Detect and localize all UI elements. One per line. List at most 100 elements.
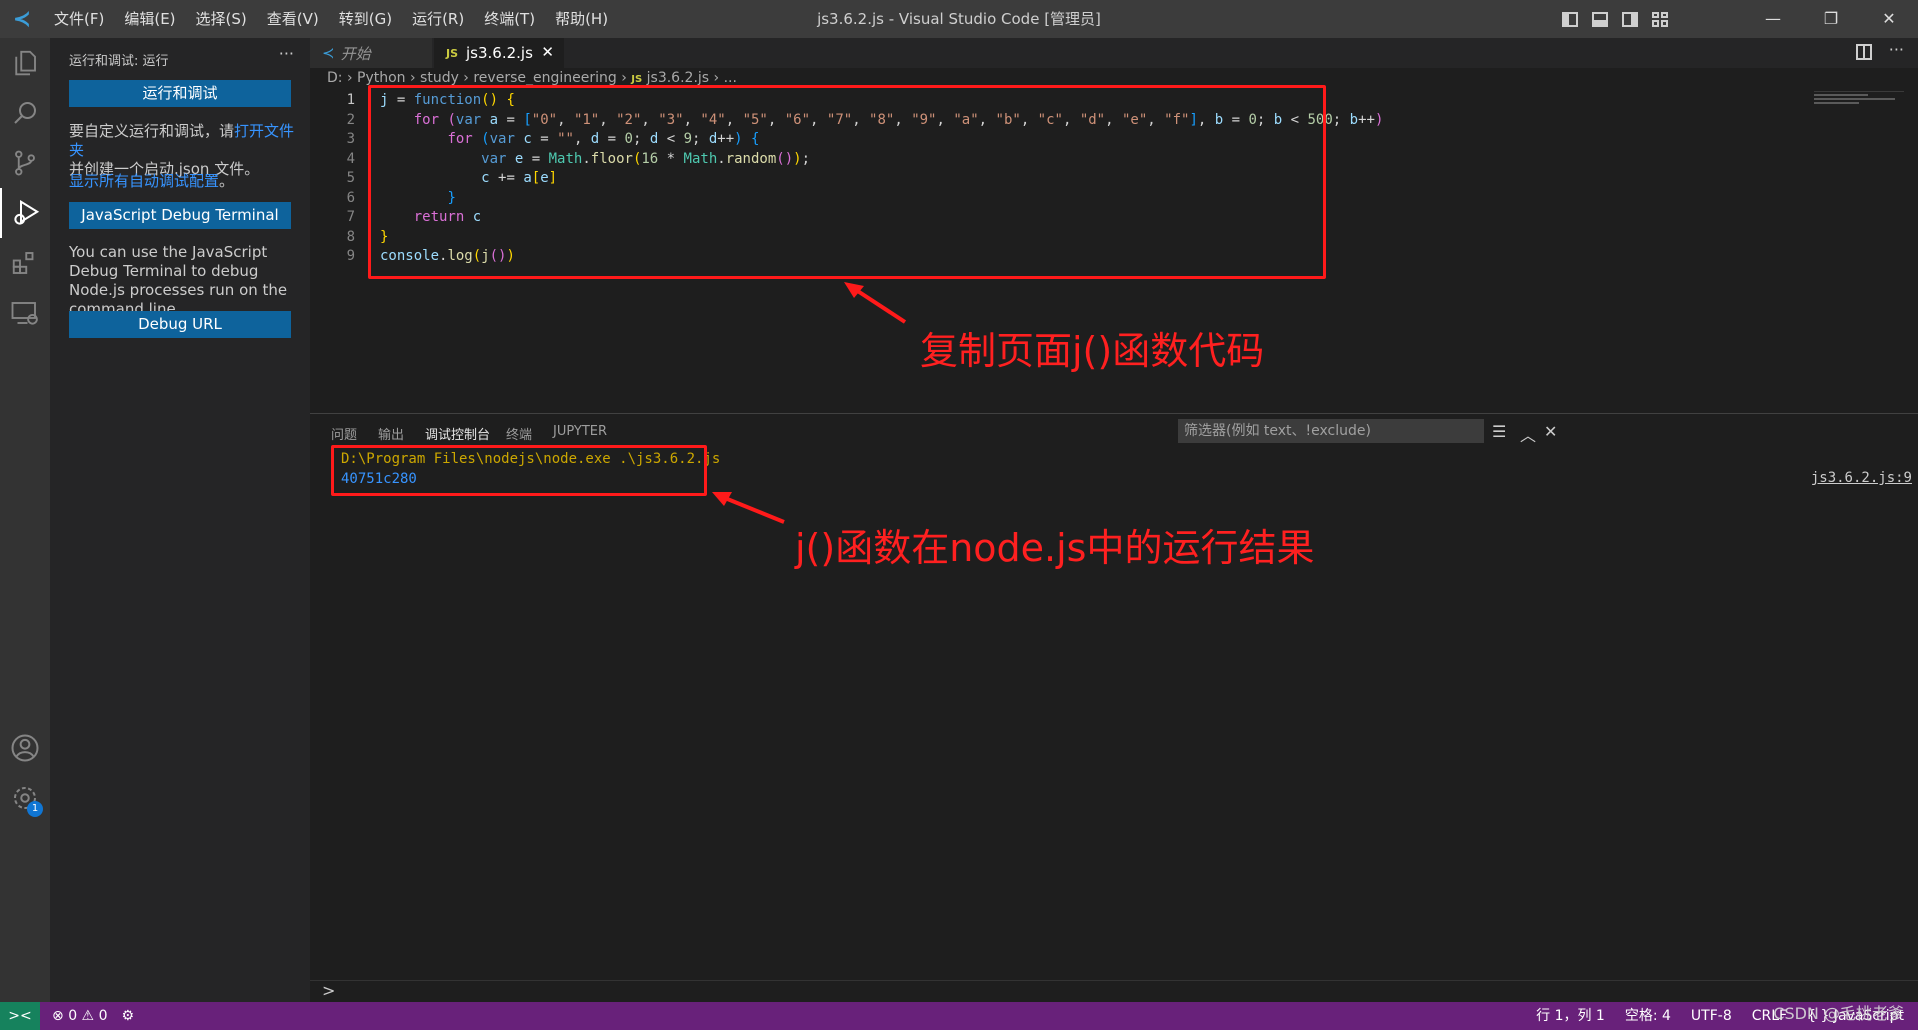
extensions-icon[interactable] [0, 238, 50, 288]
run-debug-icon[interactable] [0, 188, 50, 238]
close-panel-icon[interactable]: ✕ [1544, 422, 1557, 441]
tab-js-file[interactable]: JS js3.6.2.js ✕ [434, 38, 564, 68]
line-number: 7 [346, 209, 355, 225]
editor-tabs: ≺ 开始 JS js3.6.2.js ✕ ··· [310, 38, 1918, 68]
debug-console-filter-input[interactable]: 筛选器(例如 text、!exclude) [1178, 419, 1484, 443]
breadcrumb-js-icon: JS [631, 74, 643, 85]
source-location-link[interactable]: js3.6.2.js:9 [1811, 470, 1912, 486]
menu-view[interactable]: 查看(V) [257, 0, 329, 38]
accounts-icon[interactable] [0, 723, 50, 773]
close-window-button[interactable]: ✕ [1860, 0, 1918, 38]
tab-jupyter[interactable]: JUPYTER [553, 424, 607, 439]
tab-js-file-label: js3.6.2.js [466, 44, 533, 62]
cursor-position[interactable]: 行 1，列 1 [1536, 1002, 1605, 1030]
line-number: 3 [346, 131, 355, 147]
menu-selection[interactable]: 选择(S) [186, 0, 257, 38]
settings-badge: 1 [27, 801, 43, 817]
watermark: CSDN @毛桃老爹 [1773, 1004, 1904, 1023]
highlight-box-output [331, 445, 707, 496]
js-debug-terminal-button[interactable]: JavaScript Debug Terminal [69, 202, 291, 229]
search-icon[interactable] [0, 88, 50, 138]
line-number: 2 [346, 111, 355, 128]
settings-gear-icon[interactable]: 1 [0, 773, 50, 823]
source-control-icon[interactable] [0, 138, 50, 188]
javascript-file-icon: JS [446, 46, 459, 60]
close-tab-icon[interactable]: ✕ [541, 43, 554, 61]
remote-explorer-icon[interactable] [0, 288, 50, 338]
minimize-button[interactable]: — [1744, 0, 1802, 38]
tab-problems[interactable]: 问题 [331, 424, 357, 443]
indentation[interactable]: 空格: 4 [1625, 1002, 1671, 1030]
show-all-configs-link[interactable]: 显示所有自动调试配置 [69, 172, 219, 190]
clear-console-icon[interactable]: ☰ [1492, 422, 1506, 441]
run-debug-sidebar: 运行和调试: 运行 ··· 运行和调试 要自定义运行和调试，请打开文件夹 并创建… [50, 38, 310, 1002]
toggle-secondary-sidebar-icon[interactable] [1622, 11, 1638, 27]
editor-area: ≺ 开始 JS js3.6.2.js ✕ ··· D: › Python › s… [310, 38, 1918, 413]
line-number: 5 [346, 170, 355, 186]
editor-more-icon[interactable]: ··· [1889, 40, 1904, 59]
annotation-result-note: j()函数在node.js中的运行结果 [795, 526, 1315, 570]
annotation-arrow-icon [712, 492, 785, 524]
show-all-suffix: 。 [219, 172, 235, 190]
annotation-code-note: 复制页面j()函数代码 [920, 329, 1265, 373]
menu-go[interactable]: 转到(G) [329, 0, 402, 38]
status-bar: >< ⊗ 0 ⚠ 0 ⚙ 行 1，列 1 空格: 4 UTF-8 CRLF { … [0, 1002, 1918, 1030]
js-debug-description: You can use the JavaScript Debug Termina… [69, 243, 288, 318]
breadcrumb-symbols[interactable]: ... [724, 70, 737, 86]
breadcrumb-study[interactable]: study [420, 70, 459, 86]
toggle-primary-sidebar-icon[interactable] [1562, 11, 1578, 27]
menu-run[interactable]: 运行(R) [402, 0, 474, 38]
maximize-panel-icon[interactable]: ︿ [1520, 422, 1536, 446]
debug-console-input[interactable] [310, 980, 1918, 1002]
menu-help[interactable]: 帮助(H) [545, 0, 618, 38]
breadcrumb: D: › Python › study › reverse_engineerin… [327, 70, 737, 86]
vscode-logo-icon: ≺ [12, 6, 32, 32]
customize-hint: 要自定义运行和调试，请打开文件夹 并创建一个启动.json 文件。 [69, 122, 299, 179]
title-bar: ≺ 文件(F) 编辑(E) 选择(S) 查看(V) 转到(G) 运行(R) 终端… [0, 0, 1918, 38]
tab-terminal[interactable]: 终端 [506, 424, 532, 443]
menu-file[interactable]: 文件(F) [44, 0, 114, 38]
tab-welcome[interactable]: ≺ 开始 [310, 38, 432, 68]
sidebar-header: 运行和调试: 运行 [69, 54, 169, 69]
remote-indicator-icon[interactable]: >< [0, 1002, 40, 1030]
activity-bar: 1 [0, 38, 50, 1002]
more-actions-icon[interactable]: ··· [279, 44, 294, 63]
minimap[interactable] [1814, 91, 1904, 109]
line-number: 4 [346, 150, 355, 167]
window-controls: — ❐ ✕ [1744, 0, 1918, 38]
debug-status-icon[interactable]: ⚙ [121, 1002, 134, 1030]
run-and-debug-button[interactable]: 运行和调试 [69, 80, 291, 107]
explorer-icon[interactable] [0, 38, 50, 88]
line-number: 6 [346, 189, 355, 206]
menu-edit[interactable]: 编辑(E) [114, 0, 185, 38]
customize-text-1: 要自定义运行和调试，请 [69, 122, 235, 140]
breadcrumb-python[interactable]: Python [357, 70, 406, 86]
menu-bar: 文件(F) 编辑(E) 选择(S) 查看(V) 转到(G) 运行(R) 终端(T… [44, 0, 618, 38]
restore-button[interactable]: ❐ [1802, 0, 1860, 38]
menu-terminal[interactable]: 终端(T) [474, 0, 545, 38]
status-left: ⊗ 0 ⚠ 0 ⚙ [52, 1002, 134, 1030]
vscode-tab-icon: ≺ [322, 44, 335, 62]
line-number: 1 [346, 92, 355, 108]
warning-count: 0 [98, 1008, 108, 1024]
bottom-panel: 问题 输出 调试控制台 终端 JUPYTER 筛选器(例如 text、!excl… [310, 413, 1918, 1002]
show-all-configs: 显示所有自动调试配置。 [69, 172, 299, 191]
debug-url-button[interactable]: Debug URL [69, 311, 291, 338]
breadcrumb-reverse-engineering[interactable]: reverse_engineering [473, 70, 616, 86]
encoding[interactable]: UTF-8 [1691, 1002, 1732, 1030]
tab-welcome-label: 开始 [340, 44, 371, 63]
split-editor-icon[interactable] [1856, 44, 1872, 60]
problems-status[interactable]: ⊗ 0 ⚠ 0 [52, 1002, 107, 1030]
tab-output[interactable]: 输出 [378, 424, 404, 443]
breadcrumb-file[interactable]: js3.6.2.js [647, 70, 709, 86]
annotation-arrow-icon [844, 282, 907, 324]
layout-controls [1562, 0, 1668, 38]
breadcrumb-drive[interactable]: D: [327, 70, 343, 86]
toggle-panel-icon[interactable] [1592, 11, 1608, 27]
highlight-box-code [368, 85, 1326, 279]
customize-layout-icon[interactable] [1652, 11, 1668, 27]
line-number: 8 [346, 228, 355, 245]
line-number: 9 [346, 248, 355, 264]
error-count: 0 [68, 1008, 78, 1024]
console-prompt-icon: > [322, 981, 336, 1000]
